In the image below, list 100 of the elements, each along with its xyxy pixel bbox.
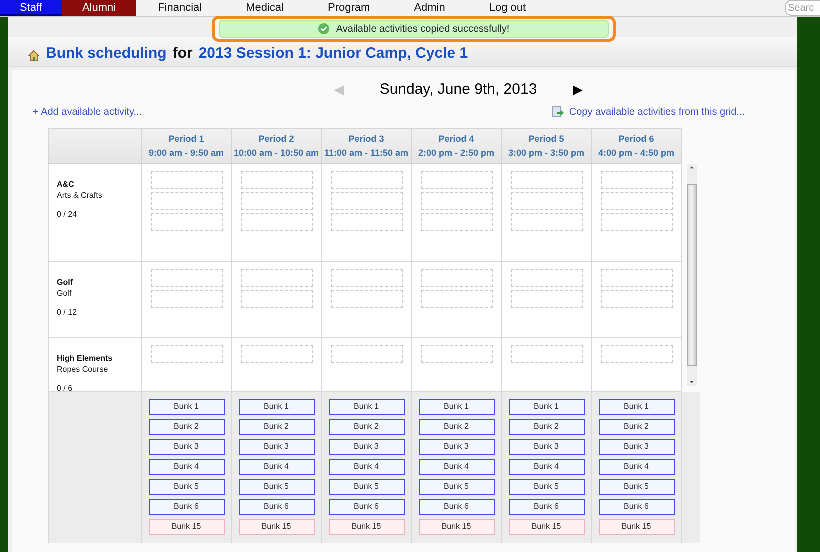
bunk-chip[interactable]: Bunk 2 bbox=[418, 419, 494, 435]
period-name: Period 2 bbox=[258, 134, 294, 144]
bunk-chip[interactable]: Bunk 1 bbox=[238, 399, 314, 415]
bunk-scheduling-link[interactable]: Bunk scheduling bbox=[46, 45, 167, 62]
empty-slot[interactable] bbox=[510, 290, 582, 308]
empty-slot[interactable] bbox=[600, 213, 672, 231]
empty-slot[interactable] bbox=[600, 345, 672, 363]
bunk-chip[interactable]: Bunk 6 bbox=[238, 499, 314, 515]
search-field[interactable]: Searc bbox=[785, 0, 820, 16]
bunk-chip[interactable]: Bunk 4 bbox=[508, 459, 584, 475]
empty-slot[interactable] bbox=[150, 213, 222, 231]
bunk-chip[interactable]: Bunk 5 bbox=[238, 479, 314, 495]
bunk-chip[interactable]: Bunk 4 bbox=[238, 459, 314, 475]
bunk-chip[interactable]: Bunk 4 bbox=[418, 459, 494, 475]
nav-tab[interactable]: Admin bbox=[392, 0, 468, 16]
empty-slot[interactable] bbox=[150, 269, 222, 287]
bunk-chip[interactable]: Bunk 3 bbox=[508, 439, 584, 455]
nav-tab[interactable]: Staff bbox=[0, 0, 62, 16]
check-icon bbox=[318, 23, 330, 35]
empty-slot[interactable] bbox=[330, 171, 402, 189]
empty-slot[interactable] bbox=[510, 213, 582, 231]
empty-slot[interactable] bbox=[330, 213, 402, 231]
nav-tab[interactable]: Medical bbox=[224, 0, 306, 16]
copy-activities-link[interactable]: Copy available activities from this grid... bbox=[569, 106, 745, 118]
session-link[interactable]: 2013 Session 1: Junior Camp, Cycle 1 bbox=[198, 45, 468, 62]
empty-slot[interactable] bbox=[420, 269, 492, 287]
bunk-chip[interactable]: Bunk 15 bbox=[508, 519, 584, 535]
empty-slot[interactable] bbox=[150, 192, 222, 210]
empty-slot[interactable] bbox=[150, 290, 222, 308]
bunk-chip[interactable]: Bunk 4 bbox=[328, 459, 404, 475]
empty-slot[interactable] bbox=[420, 213, 492, 231]
nav-tab[interactable]: Financial bbox=[136, 0, 224, 16]
bunk-chip[interactable]: Bunk 6 bbox=[508, 499, 584, 515]
bunk-chip[interactable]: Bunk 5 bbox=[148, 479, 224, 495]
bunk-chip[interactable]: Bunk 2 bbox=[238, 419, 314, 435]
period-time: 3:00 pm - 3:50 pm bbox=[508, 148, 585, 158]
period-name: Period 3 bbox=[348, 134, 384, 144]
bunk-chip[interactable]: Bunk 5 bbox=[508, 479, 584, 495]
empty-slot[interactable] bbox=[600, 171, 672, 189]
bunk-chip[interactable]: Bunk 6 bbox=[148, 499, 224, 515]
empty-slot[interactable] bbox=[330, 269, 402, 287]
empty-slot[interactable] bbox=[420, 345, 492, 363]
bunk-chip[interactable]: Bunk 1 bbox=[598, 399, 674, 415]
empty-slot[interactable] bbox=[510, 269, 582, 287]
empty-slot[interactable] bbox=[510, 192, 582, 210]
toast-message: Available activities copied successfully! bbox=[336, 24, 510, 34]
add-activity-link[interactable]: + Add available activity... bbox=[33, 106, 142, 118]
nav-tab[interactable]: Log out bbox=[467, 0, 548, 16]
period-time: 11:00 am - 11:50 am bbox=[324, 148, 409, 158]
bunk-chip[interactable]: Bunk 2 bbox=[508, 419, 584, 435]
empty-slot[interactable] bbox=[240, 171, 312, 189]
bunk-chip[interactable]: Bunk 3 bbox=[328, 439, 404, 455]
empty-slot[interactable] bbox=[510, 345, 582, 363]
empty-slot[interactable] bbox=[600, 290, 672, 308]
empty-slot[interactable] bbox=[330, 290, 402, 308]
activity-name: Golf bbox=[57, 289, 72, 298]
empty-slot[interactable] bbox=[420, 192, 492, 210]
empty-slot[interactable] bbox=[510, 171, 582, 189]
bunk-chip[interactable]: Bunk 6 bbox=[328, 499, 404, 515]
bunk-chip[interactable]: Bunk 4 bbox=[148, 459, 224, 475]
empty-slot[interactable] bbox=[240, 290, 312, 308]
bunk-chip[interactable]: Bunk 15 bbox=[328, 519, 404, 535]
bunk-chip[interactable]: Bunk 1 bbox=[148, 399, 224, 415]
empty-slot[interactable] bbox=[600, 192, 672, 210]
bunk-chip[interactable]: Bunk 6 bbox=[418, 499, 494, 515]
bunk-chip[interactable]: Bunk 3 bbox=[598, 439, 674, 455]
nav-tab[interactable]: Program bbox=[306, 0, 392, 16]
scrollbar[interactable] bbox=[687, 164, 697, 386]
bunk-chip[interactable]: Bunk 1 bbox=[508, 399, 584, 415]
empty-slot[interactable] bbox=[240, 192, 312, 210]
empty-slot[interactable] bbox=[240, 269, 312, 287]
bunk-chip[interactable]: Bunk 1 bbox=[328, 399, 404, 415]
bunk-chip[interactable]: Bunk 3 bbox=[148, 439, 224, 455]
empty-slot[interactable] bbox=[240, 213, 312, 231]
bunk-chip[interactable]: Bunk 15 bbox=[148, 519, 224, 535]
empty-slot[interactable] bbox=[330, 345, 402, 363]
bunk-chip[interactable]: Bunk 4 bbox=[598, 459, 674, 475]
empty-slot[interactable] bbox=[420, 290, 492, 308]
bunk-chip[interactable]: Bunk 15 bbox=[418, 519, 494, 535]
empty-slot[interactable] bbox=[150, 345, 222, 363]
bunk-chip[interactable]: Bunk 15 bbox=[598, 519, 674, 535]
bunk-chip[interactable]: Bunk 5 bbox=[418, 479, 494, 495]
empty-slot[interactable] bbox=[330, 192, 402, 210]
bunk-chip[interactable]: Bunk 3 bbox=[238, 439, 314, 455]
bunk-chip[interactable]: Bunk 1 bbox=[418, 399, 494, 415]
empty-slot[interactable] bbox=[600, 269, 672, 287]
bunk-chip[interactable]: Bunk 3 bbox=[418, 439, 494, 455]
next-day-button[interactable]: ▶ bbox=[573, 82, 584, 96]
empty-slot[interactable] bbox=[420, 171, 492, 189]
bunk-chip[interactable]: Bunk 15 bbox=[238, 519, 314, 535]
bunk-chip[interactable]: Bunk 2 bbox=[328, 419, 404, 435]
bunk-chip[interactable]: Bunk 5 bbox=[598, 479, 674, 495]
empty-slot[interactable] bbox=[150, 171, 222, 189]
bunk-chip[interactable]: Bunk 5 bbox=[328, 479, 404, 495]
bunk-chip[interactable]: Bunk 2 bbox=[598, 419, 674, 435]
period-time: 4:00 pm - 4:50 pm bbox=[598, 148, 675, 158]
nav-tab[interactable]: Alumni bbox=[62, 0, 136, 16]
empty-slot[interactable] bbox=[240, 345, 312, 363]
bunk-chip[interactable]: Bunk 2 bbox=[148, 419, 224, 435]
bunk-chip[interactable]: Bunk 6 bbox=[598, 499, 674, 515]
